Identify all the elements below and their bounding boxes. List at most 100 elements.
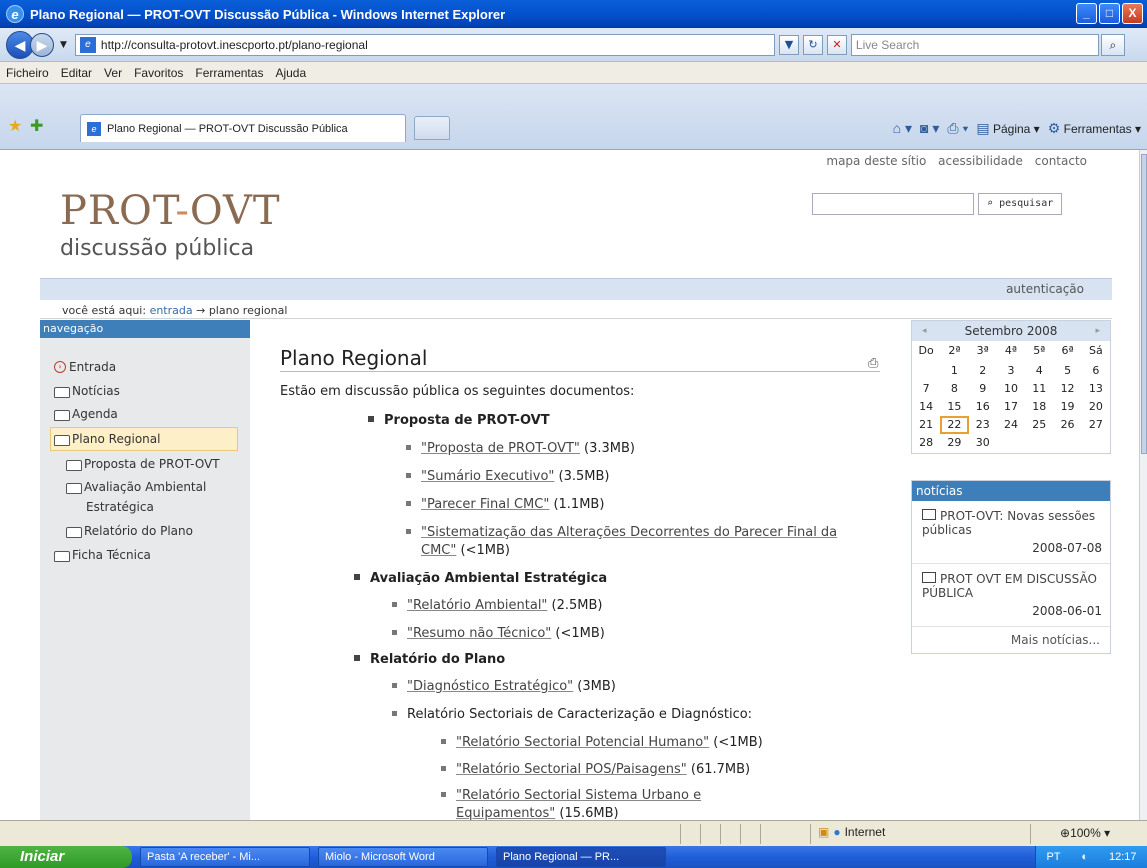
doc-link[interactable]: "Relatório Ambiental" — [407, 598, 547, 613]
more-news-link[interactable]: Mais notícias... — [912, 627, 1110, 653]
calendar-day[interactable]: 16 — [969, 398, 997, 416]
feeds-icon[interactable]: ◙ ▾ — [920, 120, 939, 137]
calendar-today[interactable]: 22 — [940, 416, 969, 434]
breadcrumb-home[interactable]: entrada — [150, 304, 193, 317]
site-search-input[interactable] — [812, 193, 974, 215]
tools-menu[interactable]: ⚙ Ferramentas ▾ — [1048, 120, 1141, 137]
print-icon[interactable]: ⎙ ▾ — [947, 120, 968, 137]
calendar-day[interactable]: 28 — [912, 434, 940, 452]
doc-link[interactable]: "Sistematização das Alterações Decorrent… — [421, 525, 837, 540]
menu-ver[interactable]: Ver — [98, 66, 128, 80]
login-link[interactable]: autenticação — [1006, 282, 1084, 296]
calendar-day[interactable]: 4 — [1025, 362, 1053, 380]
menu-ajuda[interactable]: Ajuda — [269, 66, 312, 80]
search-icon[interactable]: ⌕ — [1100, 33, 1125, 56]
nav-agenda[interactable]: Agenda — [54, 407, 118, 421]
live-search-input[interactable]: Live Search — [850, 33, 1099, 56]
menu-ferramentas[interactable]: Ferramentas — [189, 66, 269, 80]
calendar-prev-button[interactable]: ◂ — [922, 326, 927, 336]
vertical-scrollbar[interactable] — [1139, 150, 1147, 820]
maximize-button[interactable]: □ — [1099, 3, 1120, 24]
doc-link[interactable]: Equipamentos" — [456, 806, 555, 820]
calendar-day[interactable]: 24 — [997, 416, 1025, 434]
stop-button[interactable]: ✕ — [826, 34, 847, 55]
taskbar-word[interactable]: Miolo - Microsoft Word — [318, 847, 488, 867]
doc-link[interactable]: "Relatório Sectorial POS/Paisagens" — [456, 762, 687, 777]
doc-link[interactable]: "Parecer Final CMC" — [421, 497, 549, 512]
calendar-day[interactable]: 10 — [997, 380, 1025, 398]
calendar-day[interactable]: 29 — [940, 434, 968, 452]
calendar-day[interactable]: 30 — [969, 434, 997, 452]
minimize-button[interactable]: _ — [1076, 3, 1097, 24]
nav-noticias[interactable]: Notícias — [54, 384, 120, 398]
forward-button[interactable]: ▶ — [30, 32, 54, 57]
site-logo[interactable]: PROT-OVT discussão pública — [60, 188, 281, 261]
start-button[interactable]: Iniciar — [0, 846, 132, 868]
doc-link[interactable]: "Relatório Sectorial Sistema Urbano e — [456, 788, 701, 803]
site-search-button[interactable]: ⌕ pesquisar — [978, 193, 1063, 215]
calendar-day[interactable]: 26 — [1053, 416, 1081, 434]
clock[interactable]: 12:17 — [1109, 851, 1137, 863]
menu-favoritos[interactable]: Favoritos — [128, 66, 189, 80]
news-item[interactable]: PROT OVT EM DISCUSSÃO PÚBLICA 2008-06-01 — [912, 564, 1110, 627]
nav-avaliacao-cont[interactable]: Estratégica — [86, 500, 154, 514]
doc-link[interactable]: "Resumo não Técnico" — [407, 626, 551, 641]
menu-ficheiro[interactable]: Ficheiro — [0, 66, 55, 80]
calendar-day[interactable]: 27 — [1082, 416, 1110, 434]
doc-link[interactable]: "Diagnóstico Estratégico" — [407, 679, 573, 694]
calendar-day[interactable]: 8 — [940, 380, 968, 398]
calendar-day[interactable]: 25 — [1025, 416, 1053, 434]
calendar-day[interactable]: 20 — [1082, 398, 1110, 416]
nav-relatorio[interactable]: Relatório do Plano — [66, 524, 193, 538]
calendar-day[interactable]: 7 — [912, 380, 940, 398]
nav-ficha-tecnica[interactable]: Ficha Técnica — [54, 548, 151, 562]
link-accessibility[interactable]: acessibilidade — [938, 154, 1023, 168]
tab-plano-regional[interactable]: e Plano Regional — PROT-OVT Discussão Pú… — [80, 114, 406, 142]
calendar-day[interactable]: 18 — [1025, 398, 1053, 416]
calendar-day[interactable]: 13 — [1082, 380, 1110, 398]
security-zone[interactable]: ▣ ● Internet — [818, 825, 885, 839]
taskbar-ie[interactable]: Plano Regional — PR... — [496, 847, 666, 867]
nav-avaliacao[interactable]: Avaliação Ambiental — [66, 480, 206, 494]
calendar-day[interactable]: 9 — [969, 380, 997, 398]
calendar-day[interactable]: 6 — [1082, 362, 1110, 380]
history-dropdown-icon[interactable]: ▼ — [60, 40, 67, 50]
scrollbar-thumb[interactable] — [1141, 154, 1147, 454]
taskbar-outlook[interactable]: Pasta 'A receber' - Mi... — [140, 847, 310, 867]
calendar-day[interactable]: 12 — [1053, 380, 1081, 398]
print-icon[interactable]: ⎙ — [868, 356, 878, 371]
address-field[interactable]: e http://consulta-protovt.inescporto.pt/… — [74, 33, 775, 56]
calendar-next-button[interactable]: ▸ — [1095, 326, 1100, 336]
calendar-day[interactable]: 21 — [912, 416, 940, 434]
home-icon[interactable]: ⌂ ▾ — [893, 120, 912, 137]
nav-entrada[interactable]: › Entrada — [54, 360, 116, 374]
doc-link[interactable]: "Sumário Executivo" — [421, 469, 554, 484]
zoom-control[interactable]: ⊕100% ▾ — [1060, 826, 1110, 840]
calendar-day[interactable]: 19 — [1053, 398, 1081, 416]
calendar-day[interactable]: 5 — [1053, 362, 1081, 380]
address-dropdown-icon[interactable]: ▼ — [778, 34, 799, 55]
link-contact[interactable]: contacto — [1035, 154, 1087, 168]
language-indicator[interactable]: PT — [1046, 851, 1060, 863]
doc-link[interactable]: "Proposta de PROT-OVT" — [421, 441, 580, 456]
new-tab-button[interactable] — [414, 116, 450, 140]
link-sitemap[interactable]: mapa deste sítio — [826, 154, 926, 168]
calendar-day[interactable]: 17 — [997, 398, 1025, 416]
network-icon[interactable]: ◐ — [1081, 851, 1088, 863]
doc-link[interactable]: "Relatório Sectorial Potencial Humano" — [456, 735, 709, 750]
calendar-day[interactable]: 2 — [969, 362, 997, 380]
calendar-day[interactable]: 23 — [969, 416, 997, 434]
doc-link[interactable]: CMC" — [421, 543, 456, 558]
calendar-day[interactable]: 1 — [940, 362, 968, 380]
menu-editar[interactable]: Editar — [55, 66, 98, 80]
calendar-day[interactable]: 14 — [912, 398, 940, 416]
nav-plano-regional[interactable]: Plano Regional — [50, 427, 238, 451]
calendar-day[interactable]: 3 — [997, 362, 1025, 380]
calendar-day[interactable]: 11 — [1025, 380, 1053, 398]
refresh-button[interactable]: ↻ — [802, 34, 823, 55]
news-item[interactable]: PROT-OVT: Novas sessões públicas 2008-07… — [912, 501, 1110, 564]
close-button[interactable]: X — [1122, 3, 1143, 24]
calendar-day[interactable]: 15 — [940, 398, 968, 416]
favorites-star-icon[interactable]: ★ — [8, 116, 22, 135]
add-favorites-icon[interactable]: ✚ — [30, 116, 43, 135]
